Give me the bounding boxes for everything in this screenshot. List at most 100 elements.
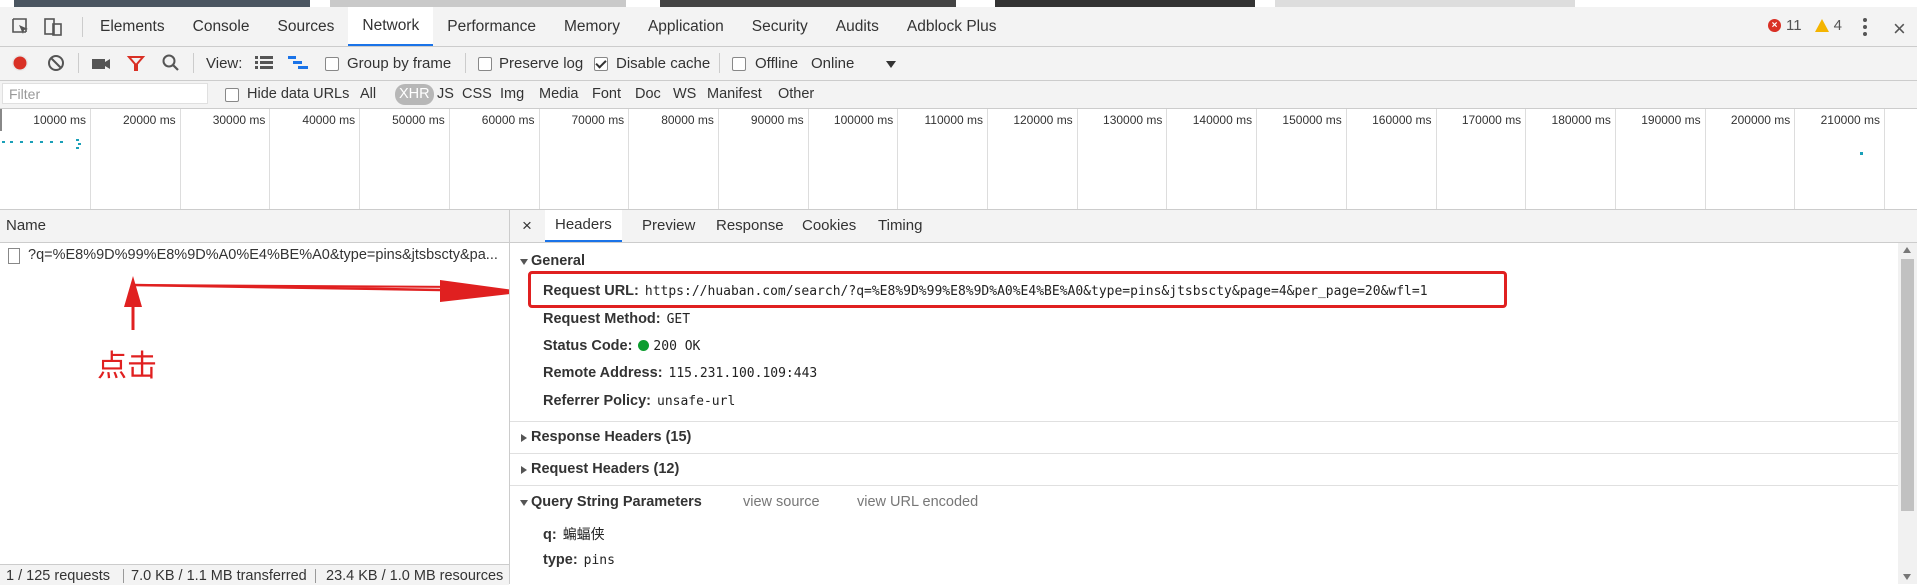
clear-icon[interactable] [46, 53, 66, 73]
overview-handle[interactable] [0, 109, 2, 131]
throttle-select[interactable]: Online [811, 47, 854, 80]
expand-response-headers-icon[interactable] [521, 434, 527, 442]
expand-general-icon[interactable] [520, 259, 528, 265]
tab-application[interactable]: Application [634, 7, 738, 46]
filter-type-manifest[interactable]: Manifest [707, 81, 762, 108]
view-source-link[interactable]: view source [743, 494, 820, 510]
section-divider [510, 421, 1900, 422]
preserve-log-checkbox[interactable] [478, 57, 492, 71]
network-status-bar: 1 / 125 requests 7.0 KB / 1.1 MB transfe… [0, 564, 509, 585]
offline-checkbox[interactable] [732, 57, 746, 71]
filter-type-all[interactable]: All [360, 81, 376, 108]
scrollbar-thumb[interactable] [1901, 259, 1914, 511]
close-details-icon[interactable]: × [522, 210, 532, 242]
timeline-overview[interactable]: 10000 ms 20000 ms 30000 ms 40000 ms 50000 ms… [0, 109, 1917, 210]
tab-memory[interactable]: Memory [550, 7, 634, 46]
expand-request-headers-icon[interactable] [521, 466, 527, 474]
request-headers-title[interactable]: Request Headers (12) [531, 461, 679, 477]
overview-gridline [1076, 109, 1078, 209]
filter-type-other[interactable]: Other [778, 81, 814, 108]
warning-count: 4 [1833, 17, 1842, 34]
tab-security[interactable]: Security [738, 7, 822, 46]
tab-audits[interactable]: Audits [822, 7, 893, 46]
tab-sources[interactable]: Sources [264, 7, 349, 46]
filter-type-xhr[interactable]: XHR [395, 84, 434, 105]
disable-cache-label: Disable cache [616, 55, 711, 72]
query-params-title[interactable]: Query String Parameters [531, 494, 702, 510]
console-counts[interactable]: × 11 4 [1768, 17, 1842, 34]
inspect-element-icon[interactable] [10, 16, 32, 38]
filter-type-css[interactable]: CSS [462, 81, 492, 108]
waterfall-overview-icon[interactable] [288, 55, 308, 71]
referrer-policy-key: Referrer Policy: [543, 393, 651, 409]
overview-tick-label: 30000 ms [212, 113, 266, 127]
filter-type-media[interactable]: Media [539, 81, 579, 108]
overview-tick-label: 170000 ms [1461, 113, 1522, 127]
filter-type-font[interactable]: Font [592, 81, 621, 108]
tab-headers[interactable]: Headers [545, 210, 622, 242]
main-tabs: Elements Console Sources Network Performance… [86, 7, 1010, 46]
offline-label: Offline [755, 55, 799, 72]
tab-preview[interactable]: Preview [632, 210, 705, 242]
scroll-down-icon[interactable] [1903, 574, 1911, 580]
overview-gridline [987, 109, 988, 209]
details-scrollbar[interactable] [1898, 243, 1917, 584]
filter-type-js[interactable]: JS [437, 81, 454, 108]
search-icon[interactable] [161, 53, 181, 73]
filter-bar: Filter Hide data URLs All XHR JS CSS Img Medi… [0, 81, 1917, 109]
tab-separator [82, 17, 83, 37]
overview-tick-label: 40000 ms [302, 113, 356, 127]
close-devtools-icon[interactable]: × [1893, 16, 1906, 42]
tab-response[interactable]: Response [706, 210, 794, 242]
overview-tick-label: 70000 ms [571, 113, 625, 127]
tab-timing[interactable]: Timing [868, 210, 932, 242]
tab-performance[interactable]: Performance [433, 7, 550, 46]
overview-tick-label: 120000 ms [1013, 113, 1073, 127]
overview-gridline [807, 109, 809, 209]
overview-gridline [269, 109, 271, 209]
tab-console[interactable]: Console [179, 7, 264, 46]
filter-icon[interactable] [126, 53, 146, 73]
kebab-menu-icon[interactable] [1862, 17, 1868, 37]
filter-type-img[interactable]: Img [500, 81, 524, 108]
disable-cache-checkbox[interactable] [594, 57, 608, 71]
toolbar-separator [719, 53, 720, 73]
remote-address-value: 115.231.100.109:443 [668, 366, 818, 381]
view-url-encoded-link[interactable]: view URL encoded [857, 494, 978, 510]
overview-tick-label: 10000 ms [33, 113, 86, 127]
scroll-up-icon[interactable] [1903, 247, 1911, 253]
record-icon[interactable] [10, 53, 30, 73]
query-param-value: 蝙蝠侠 [562, 527, 605, 543]
request-method-key: Request Method: [543, 311, 661, 327]
request-url-row: Request URL: https://huaban.com/search/?q… [543, 283, 1428, 299]
filter-type-doc[interactable]: Doc [635, 81, 661, 108]
horizontal-arrow-head [440, 280, 509, 302]
chevron-down-icon[interactable] [886, 61, 896, 68]
overview-gridline [1614, 109, 1616, 209]
overview-tick-label: 160000 ms [1372, 113, 1432, 127]
request-list-panel: Name ?q=%E8%9D%99%E8%9D%A0%E4%BE%A0&type… [0, 210, 510, 585]
filter-input[interactable]: Filter [2, 83, 208, 104]
resources-size: 23.4 KB / 1.0 MB resources [326, 568, 504, 584]
error-icon: × [1768, 19, 1781, 32]
expand-query-params-icon[interactable] [520, 500, 528, 506]
large-rows-icon[interactable] [255, 55, 273, 71]
filter-type-ws[interactable]: WS [673, 81, 696, 108]
response-headers-title[interactable]: Response Headers (15) [531, 429, 691, 445]
tab-cookies[interactable]: Cookies [792, 210, 866, 242]
device-toolbar-icon[interactable] [42, 16, 64, 38]
capture-screenshots-icon[interactable] [90, 53, 112, 73]
overview-gridline [1256, 109, 1258, 209]
hide-data-urls-checkbox[interactable] [225, 88, 239, 102]
group-by-frame-checkbox[interactable] [325, 57, 339, 71]
overview-gridline [1345, 109, 1347, 209]
tab-network[interactable]: Network [348, 7, 434, 46]
overview-tick-label: 210000 ms [1820, 113, 1880, 127]
tab-adblock-plus[interactable]: Adblock Plus [893, 7, 1011, 46]
query-param-key: q: [543, 527, 557, 543]
overview-tick-label: 110000 ms [924, 113, 983, 127]
tab-elements[interactable]: Elements [86, 7, 179, 46]
overview-gridline [1704, 109, 1706, 209]
query-param-row: type: pins [543, 552, 615, 568]
general-section-title[interactable]: General [531, 253, 585, 269]
